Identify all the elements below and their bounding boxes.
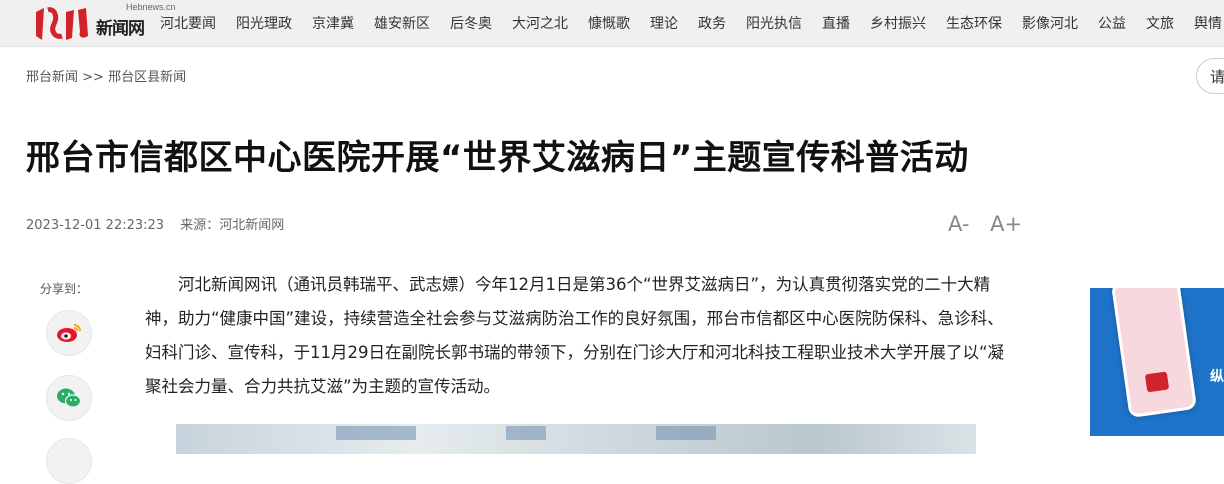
nav-menu: 河北要闻 阳光理政 京津冀 雄安新区 后冬奥 大河之北 慷慨歌 理论 政务 阳光…	[160, 0, 1224, 46]
nav-item[interactable]: 乡村振兴	[870, 13, 926, 33]
nav-item[interactable]: 生态环保	[946, 13, 1002, 33]
article-datetime: 2023-12-01 22:23:23	[26, 218, 165, 233]
nav-item[interactable]: 后冬奥	[450, 13, 492, 33]
article-body: 河北新闻网讯（通讯员韩瑞平、武志嫖）今年12月1日是第36个“世界艾滋病日”，为…	[145, 275, 1005, 396]
photo-sign-shape	[506, 426, 546, 440]
breadcrumb-home-link[interactable]: 邢台新闻	[26, 70, 78, 85]
photo-sign-shape	[336, 426, 416, 440]
weibo-share-button[interactable]	[46, 310, 92, 356]
hebei-logo-icon	[36, 7, 88, 40]
nav-item[interactable]: 政务	[698, 13, 726, 33]
nav-item[interactable]: 阳光理政	[236, 13, 292, 33]
more-share-button[interactable]	[46, 438, 92, 484]
nav-item[interactable]: 河北要闻	[160, 13, 216, 33]
wechat-icon	[57, 388, 82, 408]
wechat-share-button[interactable]	[46, 375, 92, 421]
nav-item[interactable]: 公益	[1098, 13, 1126, 33]
breadcrumb-section-link[interactable]: 邢台区县新闻	[108, 70, 186, 85]
share-label: 分享到：	[40, 282, 89, 296]
nav-item[interactable]: 文旅	[1146, 13, 1174, 33]
nav-item[interactable]: 舆情	[1194, 13, 1222, 33]
search-button[interactable]: 请	[1196, 58, 1224, 94]
site-logo[interactable]: Hebnews.cn 新闻网	[34, 2, 176, 44]
logo-site-name: 新闻网	[96, 19, 145, 39]
font-decrease-button[interactable]: A-	[948, 212, 969, 236]
weibo-icon	[57, 324, 81, 342]
breadcrumb: 邢台新闻 >> 邢台区县新闻	[26, 66, 186, 85]
font-size-controls: A- A+	[948, 212, 1036, 236]
nav-item[interactable]: 影像河北	[1022, 13, 1078, 33]
nav-item[interactable]: 直播	[822, 13, 850, 33]
font-increase-button[interactable]: A+	[990, 212, 1022, 236]
app-promo-banner[interactable]	[1090, 288, 1224, 436]
top-nav-bar: Hebnews.cn 新闻网 河北要闻 阳光理政 京津冀 雄安新区 后冬奥 大河…	[0, 0, 1224, 47]
nav-item[interactable]: 慷慨歌	[588, 13, 630, 33]
nav-item[interactable]: 大河之北	[512, 13, 568, 33]
nav-item[interactable]: 理论	[650, 13, 678, 33]
phone-graphic	[1110, 288, 1198, 419]
app-logo-icon	[1144, 371, 1170, 393]
nav-item[interactable]: 京津冀	[312, 13, 354, 33]
promo-char: 纵	[1210, 369, 1224, 385]
article-source: 来源：河北新闻网	[180, 218, 285, 233]
photo-sign-shape	[656, 426, 716, 440]
nav-item[interactable]: 阳光执信	[746, 13, 802, 33]
article-photo	[176, 424, 976, 454]
article-meta: 2023-12-01 22:23:23 来源：河北新闻网	[26, 214, 284, 233]
article-title: 邢台市信都区中心医院开展“世界艾滋病日”主题宣传科普活动	[26, 138, 969, 178]
breadcrumb-separator: >>	[82, 70, 104, 85]
nav-item[interactable]: 雄安新区	[374, 13, 430, 33]
